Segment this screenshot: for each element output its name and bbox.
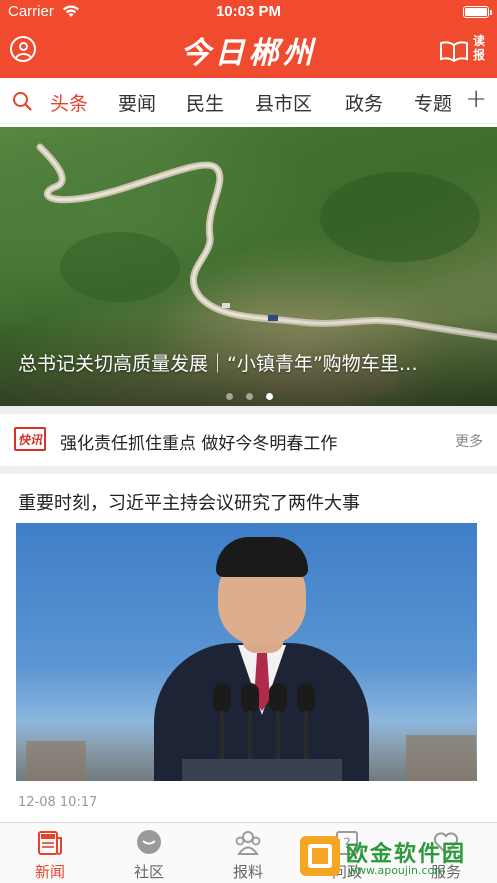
tabbar-label: 新闻 — [34, 863, 65, 881]
carousel-dot-active[interactable] — [266, 393, 273, 400]
flash-news-row[interactable]: 快讯 强化责任抓住重点 做好今冬明春工作 更多 — [0, 414, 497, 466]
tab-livelihood[interactable]: 民生 — [186, 89, 224, 116]
tabbar-item-community[interactable]: 社区 — [114, 829, 184, 882]
read-label: 读报 — [473, 34, 486, 62]
top-bar: Carrier 10:03 PM 今日郴州 读报 — [0, 0, 497, 78]
open-book-icon — [440, 41, 468, 62]
tabbar-label: 社区 — [133, 863, 164, 881]
flash-headline[interactable]: 强化责任抓住重点 做好今冬明春工作 — [60, 429, 337, 454]
watermark-logo-icon — [300, 836, 340, 876]
read-newspaper-button[interactable]: 读报 — [439, 34, 487, 68]
article-date: 12-08 10:17 — [18, 795, 98, 810]
more-link[interactable]: 更多 — [455, 431, 483, 451]
article-image[interactable] — [16, 523, 477, 781]
add-channel-button[interactable]: + — [465, 86, 487, 112]
flash-badge: 快讯 — [14, 427, 46, 451]
divider — [0, 406, 497, 414]
channel-tabs: 头条 要闻 民生 县市区 政务 专题 + — [0, 78, 497, 124]
chat-bubble-icon — [137, 830, 161, 854]
group-icon — [235, 831, 261, 855]
carousel-dot[interactable] — [246, 393, 253, 400]
status-bar: Carrier 10:03 PM — [0, 0, 497, 24]
tab-government[interactable]: 政务 — [345, 89, 383, 116]
tab-counties[interactable]: 县市区 — [255, 89, 312, 116]
tabbar-label: 报料 — [232, 863, 263, 881]
banner-carousel[interactable]: 总书记关切高质量发展｜“小镇青年”购物车里… — [0, 127, 497, 406]
tabbar-item-news[interactable]: 新闻 — [15, 829, 85, 882]
status-time: 10:03 PM — [215, 3, 282, 20]
tab-headlines[interactable]: 头条 — [50, 89, 88, 116]
tabbar-item-report[interactable]: 报料 — [213, 829, 283, 882]
app-header: 今日郴州 读报 — [0, 24, 497, 78]
banner-caption: 总书记关切高质量发展｜“小镇青年”购物车里… — [18, 353, 418, 375]
article-title[interactable]: 重要时刻，习近平主持会议研究了两件大事 — [18, 489, 360, 515]
divider — [0, 466, 497, 474]
news-icon — [38, 831, 62, 855]
tab-key-news[interactable]: 要闻 — [118, 89, 156, 116]
app-logo: 今日郴州 — [180, 36, 317, 71]
search-icon[interactable] — [12, 91, 32, 111]
carousel-dot[interactable] — [226, 393, 233, 400]
tab-topics[interactable]: 专题 — [414, 89, 452, 116]
watermark-url: www.apoujin.com — [348, 864, 445, 877]
carousel-dots — [226, 385, 286, 404]
watermark: 欧金软件园 www.apoujin.com — [300, 834, 497, 883]
battery-icon — [463, 6, 492, 18]
